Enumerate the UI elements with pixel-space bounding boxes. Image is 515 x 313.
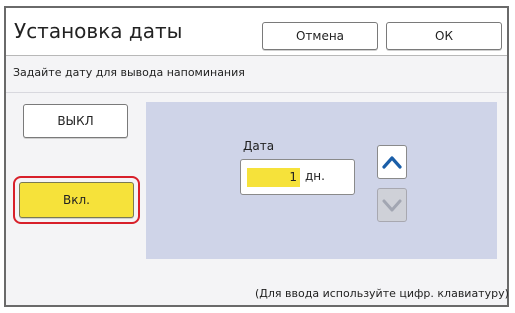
- dialog-header: Установка даты Отмена ОК: [6, 8, 507, 56]
- date-unit: дн.: [305, 169, 325, 183]
- date-panel: Дата 1 дн.: [146, 102, 497, 259]
- instruction-text: Задайте дату для вывода напоминания: [13, 66, 245, 79]
- chevron-down-icon: [382, 199, 402, 212]
- date-input[interactable]: 1 дн.: [240, 159, 355, 195]
- chevron-up-icon: [382, 156, 402, 169]
- on-button[interactable]: Вкл.: [19, 182, 134, 218]
- keypad-hint: (Для ввода используйте цифр. клавиатуру): [255, 287, 509, 300]
- cancel-button[interactable]: Отмена: [262, 22, 378, 50]
- ok-button[interactable]: ОК: [386, 22, 502, 50]
- date-label: Дата: [243, 139, 275, 153]
- dialog-title: Установка даты: [14, 19, 183, 43]
- instruction-bar: Задайте дату для вывода напоминания: [6, 56, 507, 93]
- decrement-button[interactable]: [377, 188, 407, 222]
- off-button[interactable]: ВЫКЛ: [23, 104, 128, 138]
- increment-button[interactable]: [377, 145, 407, 179]
- date-value: 1: [247, 168, 300, 187]
